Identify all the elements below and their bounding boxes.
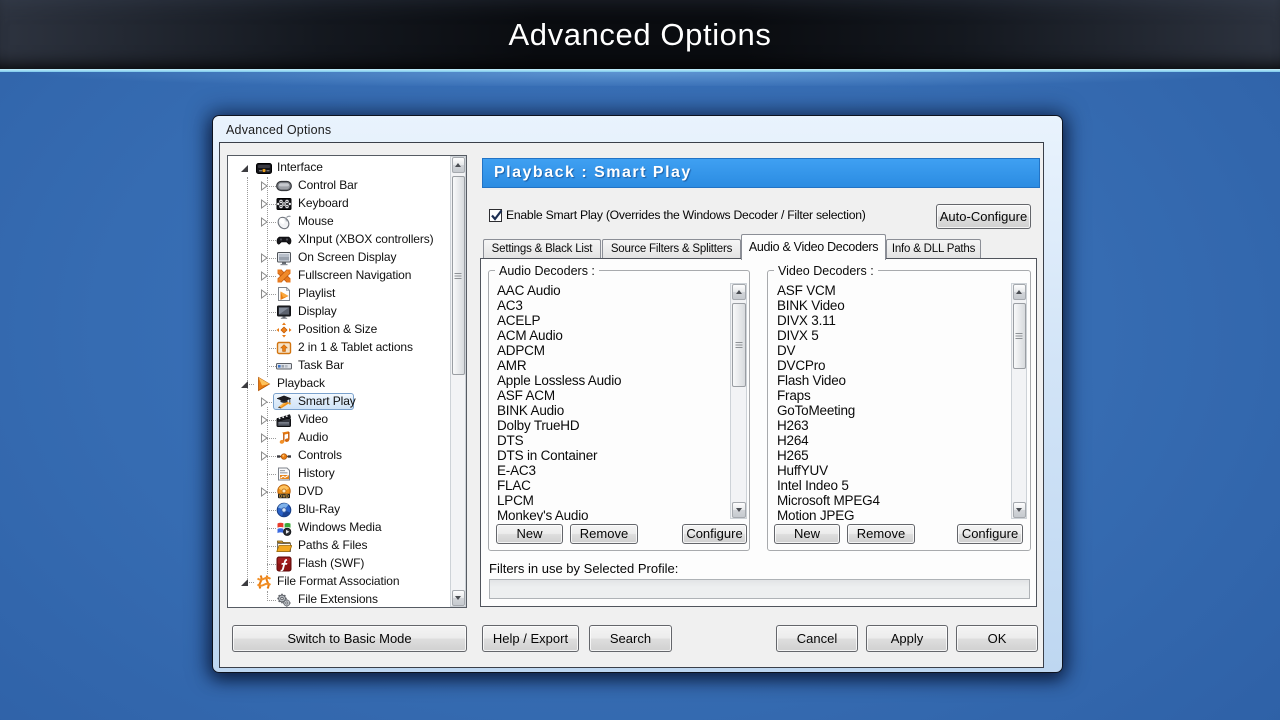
- svg-text:DVD: DVD: [279, 493, 289, 498]
